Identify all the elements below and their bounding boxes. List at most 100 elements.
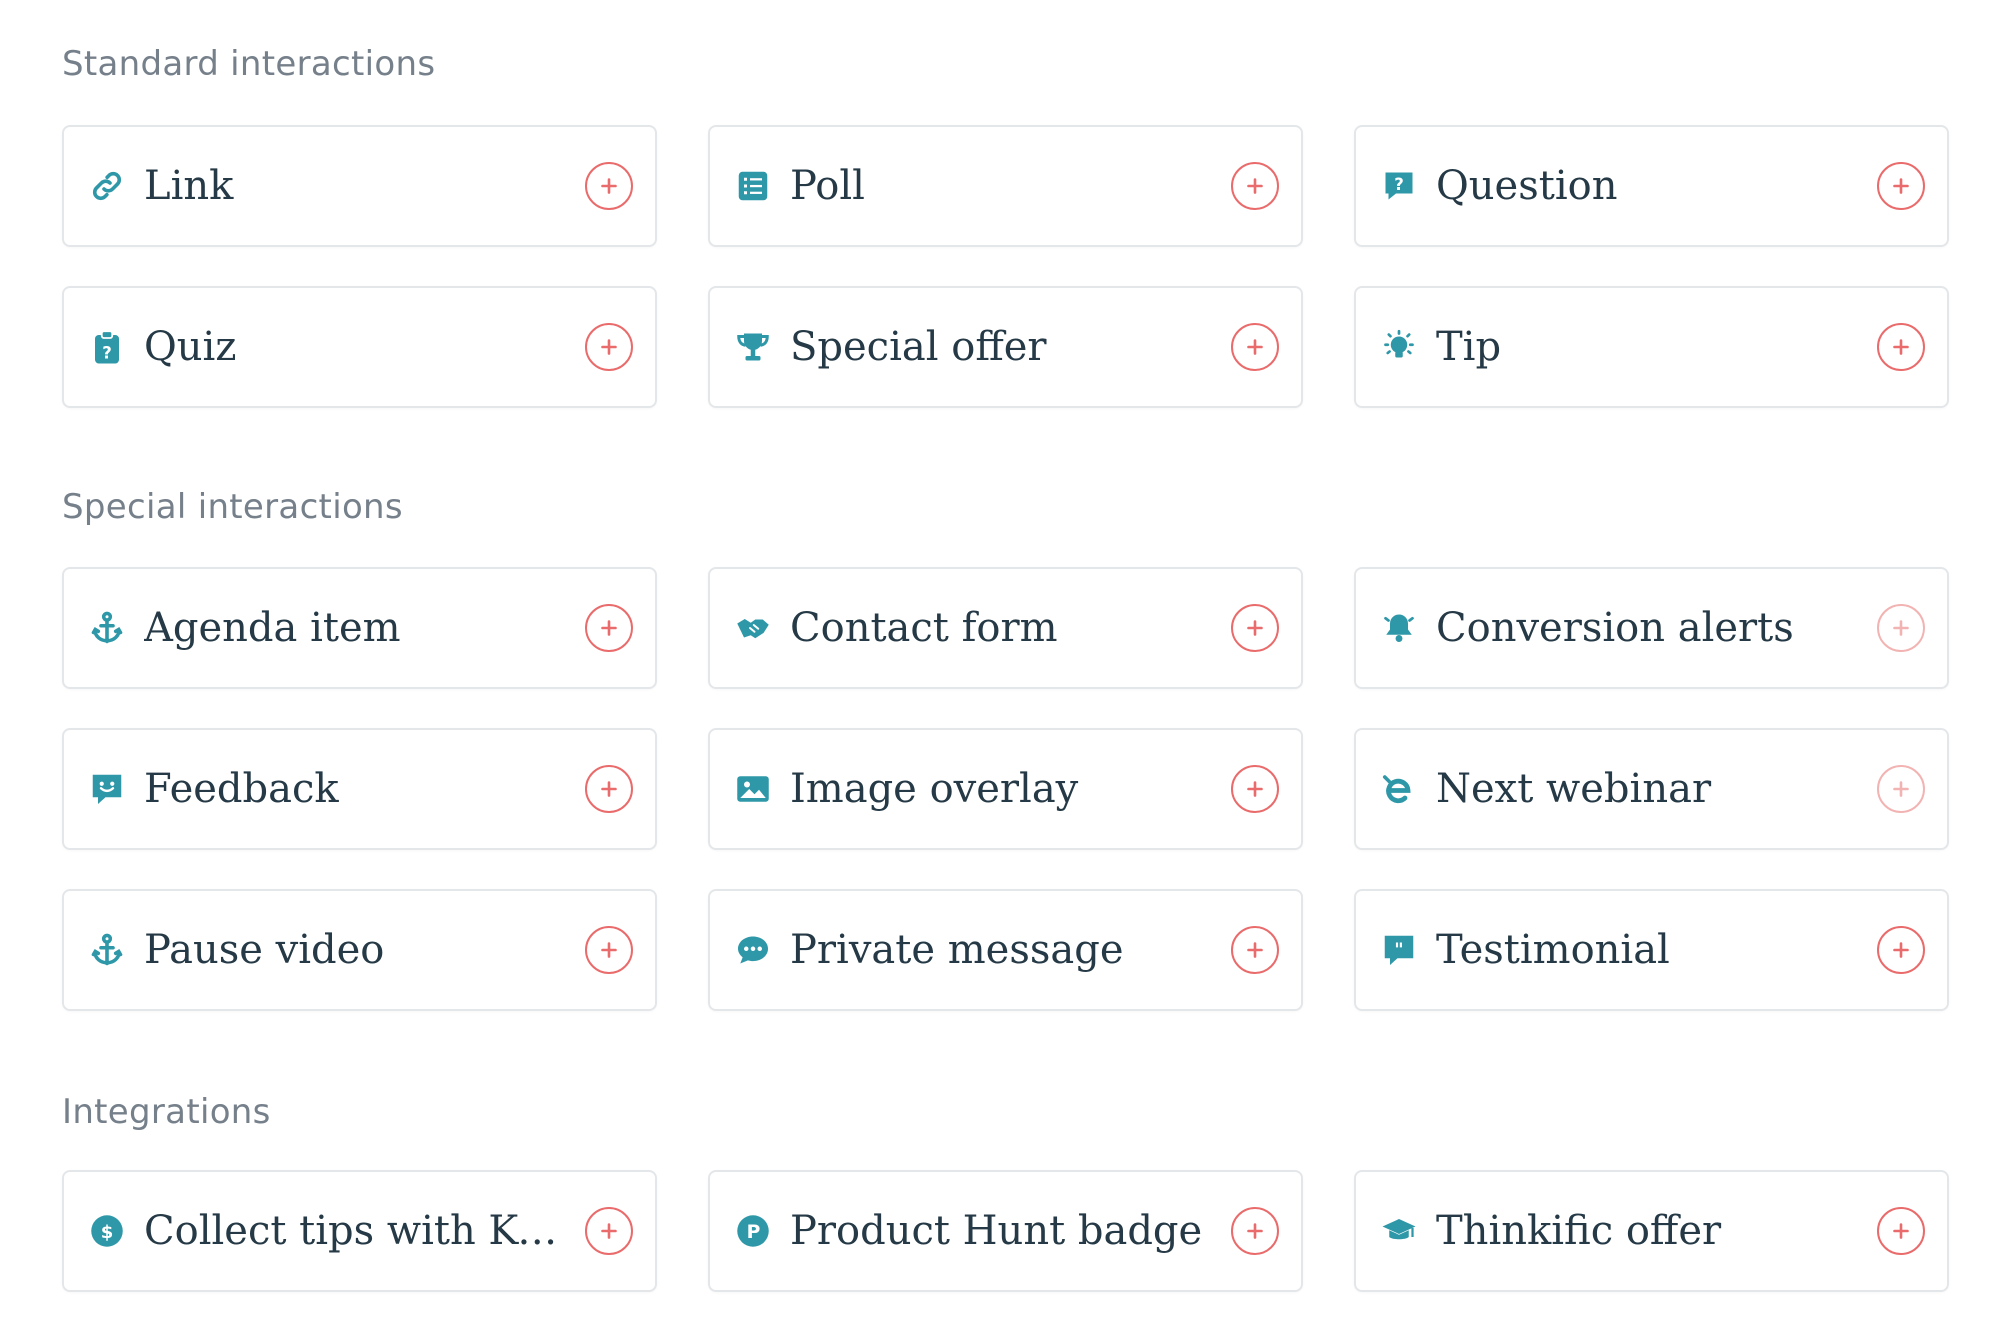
- special-interactions-grid: Agenda item Contact form Conversion aler…: [62, 567, 1950, 1011]
- plus-icon: [599, 176, 619, 196]
- interaction-card-product-hunt-badge[interactable]: P Product Hunt badge: [708, 1170, 1303, 1292]
- interaction-label: Testimonial: [1436, 927, 1670, 973]
- add-button[interactable]: [585, 1207, 633, 1255]
- plus-icon: [599, 1221, 619, 1241]
- plus-icon: [599, 337, 619, 357]
- interaction-card-feedback[interactable]: Feedback: [62, 728, 657, 850]
- interaction-card-agenda-item[interactable]: Agenda item: [62, 567, 657, 689]
- plus-icon: [1891, 779, 1911, 799]
- add-button[interactable]: [1877, 1207, 1925, 1255]
- plus-icon: [1891, 1221, 1911, 1241]
- trophy-icon: [734, 328, 772, 366]
- add-button[interactable]: [1231, 1207, 1279, 1255]
- plus-icon: [1245, 1221, 1265, 1241]
- interaction-card-special-offer[interactable]: Special offer: [708, 286, 1303, 408]
- interaction-label: Agenda item: [144, 605, 401, 651]
- add-button[interactable]: [1231, 162, 1279, 210]
- add-button[interactable]: [1877, 162, 1925, 210]
- image-icon: [734, 770, 772, 808]
- interaction-label: Private message: [790, 927, 1124, 973]
- plus-icon: [599, 940, 619, 960]
- interaction-label: Question: [1436, 163, 1618, 209]
- interaction-label: Thinkific offer: [1436, 1208, 1722, 1254]
- standard-interactions-grid: Link Poll ? Question ? Quiz Special offer …: [62, 125, 1950, 408]
- interaction-label: Feedback: [144, 766, 339, 812]
- interaction-card-collect-tips[interactable]: $ Collect tips with Ko...: [62, 1170, 657, 1292]
- lightbulb-icon: [1380, 328, 1418, 366]
- svg-text:": ": [1394, 939, 1403, 960]
- interaction-label: Poll: [790, 163, 865, 209]
- p-circle-icon: P: [734, 1212, 772, 1250]
- e-logo-icon: [1380, 770, 1418, 808]
- interaction-card-image-overlay[interactable]: Image overlay: [708, 728, 1303, 850]
- add-button[interactable]: [1877, 765, 1925, 813]
- interaction-card-link[interactable]: Link: [62, 125, 657, 247]
- add-button[interactable]: [585, 604, 633, 652]
- interaction-card-testimonial[interactable]: " Testimonial: [1354, 889, 1949, 1011]
- quote-bubble-icon: ": [1380, 931, 1418, 969]
- plus-icon: [599, 618, 619, 638]
- question-bubble-icon: ?: [1380, 167, 1418, 205]
- interaction-label: Product Hunt badge: [790, 1208, 1203, 1254]
- interaction-label: Link: [144, 163, 234, 209]
- svg-text:?: ?: [102, 343, 112, 362]
- plus-icon: [1245, 779, 1265, 799]
- plus-icon: [1891, 337, 1911, 357]
- add-button[interactable]: [1877, 323, 1925, 371]
- add-button[interactable]: [1877, 926, 1925, 974]
- interaction-card-private-message[interactable]: Private message: [708, 889, 1303, 1011]
- add-button[interactable]: [1231, 765, 1279, 813]
- add-button[interactable]: [1231, 323, 1279, 371]
- chat-dots-icon: [734, 931, 772, 969]
- dollar-circle-icon: $: [88, 1212, 126, 1250]
- plus-icon: [1891, 940, 1911, 960]
- interaction-label: Special offer: [790, 324, 1047, 370]
- interaction-card-quiz[interactable]: ? Quiz: [62, 286, 657, 408]
- graduation-cap-icon: [1380, 1212, 1418, 1250]
- plus-icon: [599, 779, 619, 799]
- add-button[interactable]: [585, 765, 633, 813]
- interaction-label: Next webinar: [1436, 766, 1712, 812]
- interaction-card-pause-video[interactable]: Pause video: [62, 889, 657, 1011]
- plus-icon: [1245, 337, 1265, 357]
- plus-icon: [1891, 176, 1911, 196]
- section-title-standard: Standard interactions: [62, 44, 436, 84]
- handshake-icon: [734, 609, 772, 647]
- interaction-label: Image overlay: [790, 766, 1079, 812]
- add-button[interactable]: [585, 162, 633, 210]
- interaction-label: Pause video: [144, 927, 385, 973]
- interaction-label: Collect tips with Ko...: [144, 1208, 575, 1254]
- add-button[interactable]: [585, 323, 633, 371]
- interaction-card-next-webinar[interactable]: Next webinar: [1354, 728, 1949, 850]
- svg-text:$: $: [101, 1222, 114, 1243]
- add-button[interactable]: [1231, 604, 1279, 652]
- plus-icon: [1245, 176, 1265, 196]
- section-title-special: Special interactions: [62, 487, 403, 527]
- plus-icon: [1891, 618, 1911, 638]
- list-icon: [734, 167, 772, 205]
- svg-text:P: P: [747, 1222, 761, 1243]
- interaction-card-conversion-alerts[interactable]: Conversion alerts: [1354, 567, 1949, 689]
- interaction-card-contact-form[interactable]: Contact form: [708, 567, 1303, 689]
- interactions-page: Standard interactions Link Poll ? Questio…: [0, 0, 1999, 1319]
- add-button[interactable]: [1877, 604, 1925, 652]
- add-button[interactable]: [1231, 926, 1279, 974]
- anchor-icon: [88, 931, 126, 969]
- svg-text:?: ?: [1394, 175, 1404, 194]
- interaction-label: Tip: [1436, 324, 1502, 370]
- interaction-label: Conversion alerts: [1436, 605, 1794, 651]
- section-title-integrations: Integrations: [62, 1092, 271, 1132]
- interaction-card-thinkific-offer[interactable]: Thinkific offer: [1354, 1170, 1949, 1292]
- plus-icon: [1245, 940, 1265, 960]
- anchor-icon: [88, 609, 126, 647]
- interaction-card-question[interactable]: ? Question: [1354, 125, 1949, 247]
- smile-chat-icon: [88, 770, 126, 808]
- integrations-grid: $ Collect tips with Ko... P Product Hunt b…: [62, 1170, 1950, 1292]
- link-icon: [88, 167, 126, 205]
- clipboard-question-icon: ?: [88, 328, 126, 366]
- add-button[interactable]: [585, 926, 633, 974]
- bell-icon: [1380, 609, 1418, 647]
- interaction-card-poll[interactable]: Poll: [708, 125, 1303, 247]
- interaction-label: Contact form: [790, 605, 1058, 651]
- interaction-card-tip[interactable]: Tip: [1354, 286, 1949, 408]
